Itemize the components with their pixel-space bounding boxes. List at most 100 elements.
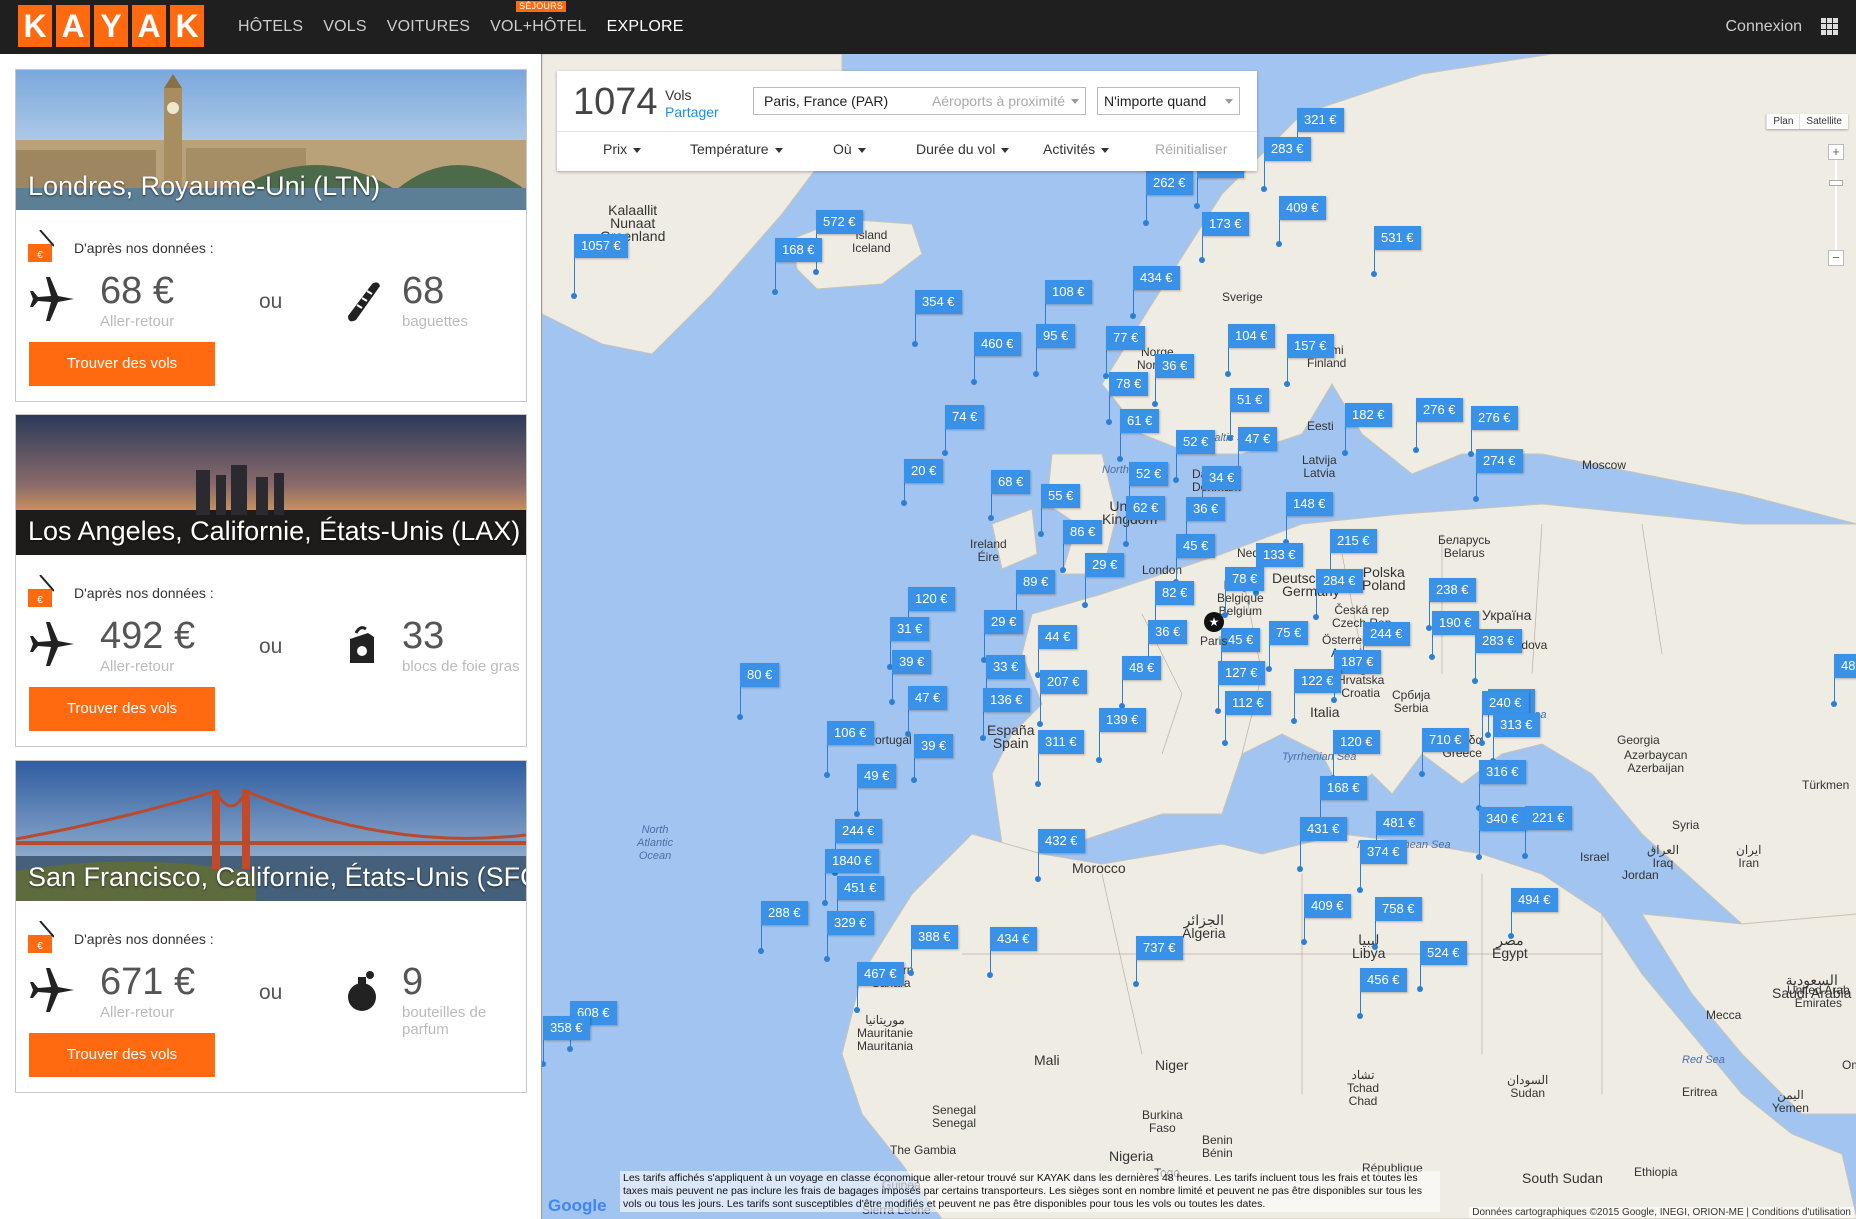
price-pin-label[interactable]: 481 € [1376,811,1423,835]
price-pin-label[interactable]: 758 € [1375,897,1422,921]
price-pin-label[interactable]: 432 € [1038,829,1085,853]
price-pin-label[interactable]: 358 € [543,1016,590,1040]
price-pin-label[interactable]: 49 € [857,764,897,788]
price-pin-label[interactable]: 48 [1834,654,1856,678]
zoom-slider-thumb[interactable] [1829,180,1843,186]
price-pin-label[interactable]: 78 € [1225,567,1265,591]
price-pin-label[interactable]: 524 € [1420,941,1467,965]
reset-filters-button[interactable]: Réinitialiser [1155,132,1227,166]
price-pin-label[interactable]: 494 € [1511,888,1558,912]
price-pin-label[interactable]: 329 € [827,911,874,935]
price-pin-label[interactable]: 168 € [1320,776,1367,800]
price-pin-label[interactable]: 207 € [1040,670,1087,694]
price-pin-label[interactable]: 29 € [1085,553,1125,577]
price-pin-label[interactable]: 409 € [1304,894,1351,918]
price-pin-label[interactable]: 244 € [835,819,882,843]
filter-price[interactable]: Prix [603,132,642,166]
price-pin-label[interactable]: 276 € [1416,398,1463,422]
map-attribution[interactable]: Données cartographiques ©2015 Google, IN… [1469,1207,1854,1218]
price-pin-label[interactable]: 388 € [911,925,958,949]
price-pin-label[interactable]: 133 € [1256,543,1303,567]
price-pin-label[interactable]: 276 € [1471,406,1518,430]
find-flights-button[interactable]: Trouver des vols [29,687,215,731]
price-pin-label[interactable]: 168 € [775,238,822,262]
grid-icon[interactable] [1821,18,1838,35]
price-pin-label[interactable]: 122 € [1294,669,1341,693]
los-angeles-photo[interactable]: Los Angeles, Californie, États-Unis (LAX… [16,415,526,555]
price-pin-label[interactable]: 36 € [1186,497,1226,521]
origin-star-icon[interactable]: ★ [1204,612,1224,632]
price-pin-label[interactable]: 283 € [1264,137,1311,161]
price-pin-label[interactable]: 44 € [1038,625,1078,649]
price-pin-label[interactable]: 127 € [1218,661,1265,685]
price-pin-label[interactable]: 20 € [904,459,944,483]
origin-input[interactable]: Paris, France (PAR) Aéroports à proximit… [753,87,1086,115]
price-pin-label[interactable]: 47 € [1238,427,1278,451]
price-pin-label[interactable]: 51 € [1230,388,1270,412]
price-pin-label[interactable]: 431 € [1300,817,1347,841]
date-select[interactable]: N'importe quand [1097,87,1240,115]
price-pin-label[interactable]: 55 € [1041,484,1081,508]
san-francisco-photo[interactable]: San Francisco, Californie, États-Unis (S… [16,761,526,901]
price-pin-label[interactable]: 52 € [1129,462,1169,486]
price-pin-label[interactable]: 182 € [1345,403,1392,427]
price-pin-label[interactable]: 104 € [1228,324,1275,348]
price-pin-label[interactable]: 68 € [991,470,1031,494]
price-pin-label[interactable]: 80 € [740,663,780,687]
price-pin-label[interactable]: 106 € [827,721,874,745]
explore-map[interactable]: Kalaallit Nunaat Greenland Ísland Iceland… [541,54,1856,1219]
price-pin-label[interactable]: 39 € [914,734,954,758]
price-pin-label[interactable]: 434 € [1133,266,1180,290]
nav-explore[interactable]: EXPLORE [597,0,694,54]
price-pin-label[interactable]: 61 € [1120,409,1160,433]
price-pin-label[interactable]: 460 € [974,332,1021,356]
price-pin-label[interactable]: 148 € [1286,492,1333,516]
price-pin-label[interactable]: 108 € [1045,280,1092,304]
price-pin-label[interactable]: 89 € [1016,570,1056,594]
price-pin-label[interactable]: 311 € [1038,730,1084,754]
price-pin-label[interactable]: 187 € [1334,650,1381,674]
price-pin-label[interactable]: 316 € [1479,760,1526,784]
price-pin-label[interactable]: 262 € [1146,171,1193,195]
price-pin-label[interactable]: 31 € [890,617,930,641]
price-pin-label[interactable]: 1840 € [825,849,879,873]
price-pin-label[interactable]: 737 € [1136,936,1183,960]
nav-flight-hotel[interactable]: VOL+HÔTEL SÉJOURS [480,0,597,54]
map-type-plan[interactable]: Plan [1766,114,1799,129]
price-pin-label[interactable]: 456 € [1360,968,1407,992]
price-pin-label[interactable]: 288 € [761,901,808,925]
share-link[interactable]: Partager [665,104,719,120]
nav-hotels[interactable]: HÔTELS [228,0,313,54]
price-pin-label[interactable]: 409 € [1279,196,1326,220]
price-pin-label[interactable]: 95 € [1036,324,1076,348]
price-pin-label[interactable]: 215 € [1330,529,1377,553]
price-pin-label[interactable]: 34 € [1202,466,1242,490]
price-pin-label[interactable]: 29 € [984,610,1024,634]
london-photo[interactable]: Londres, Royaume-Uni (LTN) [16,70,526,210]
price-pin-label[interactable]: 139 € [1099,708,1146,732]
filter-where[interactable]: Où [833,132,866,166]
zoom-slider[interactable] [1829,160,1843,250]
filter-flight-duration[interactable]: Durée du vol [916,132,1010,166]
kayak-logo[interactable]: K A Y A K [18,5,204,47]
price-pin-label[interactable]: 120 € [908,587,955,611]
find-flights-button[interactable]: Trouver des vols [29,342,215,386]
price-pin-label[interactable]: 78 € [1109,372,1149,396]
price-pin-label[interactable]: 82 € [1155,581,1195,605]
nav-cars[interactable]: VOITURES [377,0,480,54]
price-pin-label[interactable]: 451 € [837,876,884,900]
filter-temperature[interactable]: Température [690,132,783,166]
price-pin-label[interactable]: 374 € [1360,840,1407,864]
price-pin-label[interactable]: 62 € [1126,496,1166,520]
price-pin-label[interactable]: 136 € [983,688,1030,712]
price-pin-label[interactable]: 75 € [1269,621,1309,645]
price-pin-label[interactable]: 572 € [816,210,863,234]
price-pin-label[interactable]: 173 € [1202,212,1249,236]
price-pin-label[interactable]: 321 € [1297,108,1344,132]
price-pin-label[interactable]: 221 € [1525,806,1572,830]
signin-link[interactable]: Connexion [1726,0,1803,54]
price-pin-label[interactable]: 434 € [990,927,1037,951]
price-pin-label[interactable]: 45 € [1176,534,1216,558]
price-pin-label[interactable]: 1057 € [574,234,628,258]
nav-flights[interactable]: VOLS [313,0,377,54]
